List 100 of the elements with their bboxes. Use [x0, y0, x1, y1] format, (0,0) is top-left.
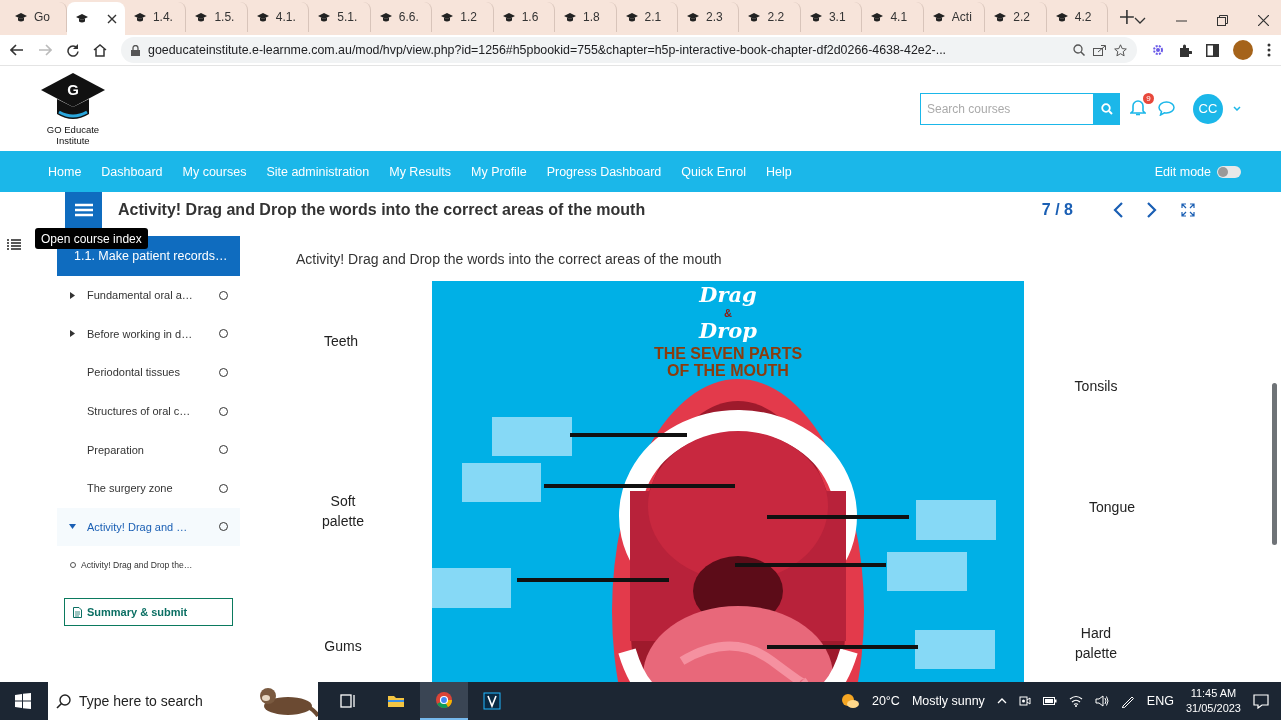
profile-avatar[interactable]: [1233, 40, 1253, 60]
scrollbar-thumb[interactable]: [1272, 383, 1277, 545]
weather-text[interactable]: Mostly sunny: [911, 694, 985, 708]
graduation-cap-icon: [501, 11, 516, 23]
close-icon[interactable]: [1258, 15, 1269, 26]
url-text: goeducateinstitute.e-learnme.com.au/mod/hvp/view.php?id=1256#h5pbookid=755&chapter=h5p-interactive-book-chapter-df2d0266-4638-42e2-...: [148, 43, 948, 57]
browser-tab[interactable]: 2.2: [739, 2, 801, 32]
chapter-item[interactable]: Before working in d…: [57, 314, 240, 354]
browser-tab[interactable]: 4.2: [1046, 2, 1109, 32]
chevron-down-icon[interactable]: [1134, 16, 1146, 25]
chapter-item[interactable]: The surgery zone: [57, 468, 240, 508]
wifi-icon[interactable]: [1068, 695, 1083, 707]
graduation-cap-icon: [993, 11, 1008, 23]
edit-mode-label: Edit mode: [1154, 164, 1211, 179]
reload-icon[interactable]: [66, 43, 79, 57]
battery-icon[interactable]: [1042, 696, 1057, 706]
speaker-icon[interactable]: [1094, 695, 1109, 707]
graduation-cap-icon: [931, 11, 946, 23]
browser-tab[interactable]: 4.1.: [247, 2, 310, 32]
browser-tab[interactable]: 1.5.: [186, 2, 248, 32]
clock-date[interactable]: 31/05/2023: [1185, 701, 1241, 716]
taskbar-search-field[interactable]: Type here to search: [48, 682, 318, 720]
task-view-icon[interactable]: [339, 692, 357, 710]
browser-tab[interactable]: 4.1: [862, 2, 924, 32]
pen-icon[interactable]: [1120, 694, 1135, 708]
graduation-cap-icon: [624, 11, 639, 23]
search-icon: [1100, 102, 1113, 115]
new-tab-icon[interactable]: [1120, 10, 1134, 24]
graduation-cap-icon: [1054, 11, 1069, 23]
browser-tab[interactable]: [67, 2, 125, 35]
page-counter: 7 / 8: [1041, 201, 1073, 219]
chapter-item[interactable]: Preparation: [57, 430, 240, 469]
browser-tab[interactable]: 1.4.: [124, 2, 187, 32]
instruction-text: Activity! Drag and Drop the words into the correct areas of the mouth: [296, 250, 723, 268]
notification-icon[interactable]: [1253, 693, 1269, 709]
draggable-word[interactable]: Tongue: [1077, 497, 1147, 517]
browser-tab[interactable]: 2.2: [985, 2, 1047, 32]
list-icon[interactable]: [7, 239, 21, 250]
chapter-item[interactable]: Activity! Drag and …: [57, 507, 240, 547]
v-app-icon[interactable]: [483, 692, 501, 710]
fullscreen-icon[interactable]: [1181, 203, 1195, 217]
search-icon: [56, 693, 71, 709]
illustration-subtitle: THE SEVEN PARTS: [653, 345, 803, 362]
caret-right-icon[interactable]: [68, 330, 76, 338]
minimize-icon[interactable]: [1176, 19, 1187, 22]
draggable-word[interactable]: Gums: [308, 636, 378, 656]
graduation-cap-icon: [440, 11, 455, 23]
chapter-item[interactable]: Periodontal tissues: [57, 353, 240, 392]
bell-icon[interactable]: [1130, 98, 1146, 116]
home-icon[interactable]: [93, 43, 107, 57]
back-arrow-icon[interactable]: [10, 44, 24, 56]
caret-down-icon[interactable]: [68, 523, 76, 531]
graduation-cap-icon: [255, 11, 270, 23]
subchapter-link[interactable]: Activity! Drag and Drop the…: [81, 560, 193, 571]
star-icon[interactable]: [1114, 43, 1127, 57]
graduation-cap-icon: [747, 11, 762, 23]
browser-tab[interactable]: 6.6.: [370, 2, 433, 32]
restore-icon[interactable]: [1217, 15, 1228, 26]
clock-time[interactable]: 11:45 AM: [1190, 686, 1237, 701]
gear-flower-icon[interactable]: [1151, 43, 1165, 57]
share-icon[interactable]: [1093, 44, 1106, 56]
puzzle-icon[interactable]: [1179, 43, 1192, 57]
draggable-word[interactable]: Teeth: [306, 331, 376, 351]
more-options-icon[interactable]: [1267, 43, 1271, 57]
notification-badge: 9: [1143, 92, 1154, 104]
logo-text: GO Educate Institute: [45, 123, 101, 146]
menu-button[interactable]: [65, 192, 102, 228]
edit-mode-toggle[interactable]: [1217, 165, 1241, 178]
chapter-title: Activity! Drag and Drop the words into the correct areas of the mouth: [118, 201, 646, 219]
zoom-icon[interactable]: [1073, 44, 1085, 56]
browser-tab[interactable]: 1.6: [493, 2, 556, 32]
browser-tab[interactable]: 1.2: [432, 2, 494, 32]
browser-tab[interactable]: 5.1.: [309, 2, 371, 32]
windows-start-icon[interactable]: [14, 693, 31, 709]
chapter-item[interactable]: Fundamental oral a…: [57, 276, 240, 315]
browser-tab[interactable]: 1.8: [555, 2, 617, 32]
side-panel-icon[interactable]: [1206, 43, 1219, 57]
draggable-word[interactable]: Tonsils: [1061, 376, 1131, 396]
graduation-cap-icon: [75, 13, 90, 24]
draggable-word[interactable]: Hard palette: [1061, 623, 1131, 663]
draggable-word[interactable]: Soft palette: [308, 491, 378, 531]
graduation-cap-icon: [14, 11, 28, 23]
browser-tab[interactable]: 2.1: [616, 2, 678, 32]
chapter-item[interactable]: Structures of oral c…: [57, 391, 240, 431]
graduation-cap-icon: [686, 11, 700, 23]
camera-icon[interactable]: [1018, 695, 1031, 707]
document-icon: [73, 606, 82, 618]
browser-tab[interactable]: Acti: [923, 2, 986, 32]
address-bar[interactable]: goeducateinstitute.e-learnme.com.au/mod/hvp/view.php?id=1256#h5pbookid=755&chapter=h5p-interactive-book-chapter-df2d0266-4638-42e2-...: [121, 37, 1137, 63]
language-indicator[interactable]: ENG: [1146, 694, 1174, 708]
graduation-cap-icon: [870, 11, 885, 23]
close-icon[interactable]: [106, 13, 117, 24]
browser-tab[interactable]: 2.3: [678, 2, 740, 32]
chrome-icon[interactable]: [435, 691, 453, 709]
caret-right-icon[interactable]: [68, 291, 76, 299]
graduation-cap-icon: [132, 11, 147, 23]
search-field[interactable]: Search courses: [920, 92, 1093, 125]
browser-tab[interactable]: 3.1: [800, 2, 863, 32]
chevron-up-icon[interactable]: [996, 698, 1007, 704]
summary-submit-button[interactable]: Summary & submit: [64, 598, 233, 627]
